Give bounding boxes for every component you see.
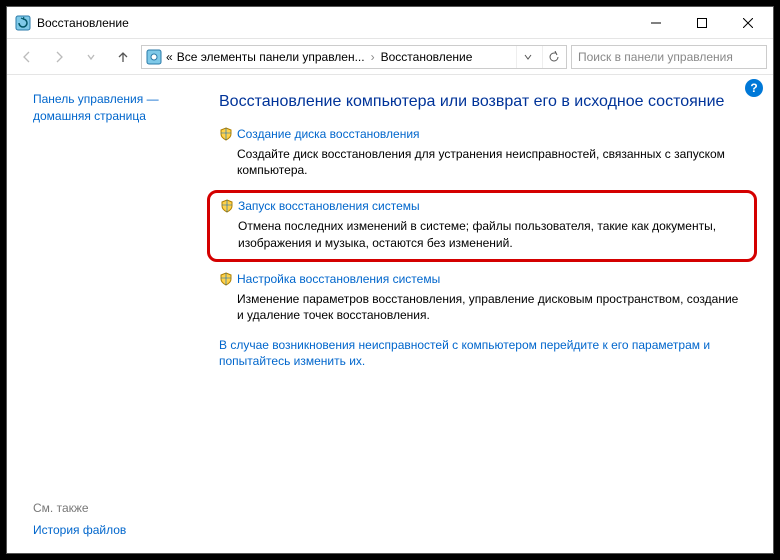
control-panel-icon [146, 49, 162, 65]
control-panel-home-link[interactable]: Панель управления — домашняя страница [33, 91, 197, 125]
maximize-button[interactable] [679, 8, 725, 38]
troubleshoot-link[interactable]: В случае возникновения неисправностей с … [219, 337, 745, 369]
see-also-label: См. также [33, 501, 193, 515]
page-title: Восстановление компьютера или возврат ег… [219, 93, 745, 111]
system-restore-label: Запуск восстановления системы [238, 199, 420, 213]
file-history-link[interactable]: История файлов [33, 523, 193, 537]
sidebar: Панель управления — домашняя страница [7, 75, 207, 553]
breadcrumb-prefix: « [166, 50, 173, 64]
shield-icon [219, 127, 233, 141]
breadcrumb-recovery[interactable]: Восстановление [381, 50, 473, 64]
configure-restore-link[interactable]: Настройка восстановления системы [219, 272, 440, 286]
breadcrumb-all-items[interactable]: Все элементы панели управлен... [177, 50, 365, 64]
recovery-app-icon [15, 15, 31, 31]
shield-icon [220, 199, 234, 213]
create-recovery-drive-link[interactable]: Создание диска восстановления [219, 127, 420, 141]
up-button[interactable] [109, 43, 137, 71]
navigation-bar: « Все элементы панели управлен... › Восс… [7, 39, 773, 75]
close-button[interactable] [725, 8, 771, 38]
help-button[interactable]: ? [745, 79, 763, 97]
search-placeholder: Поиск в панели управления [578, 50, 733, 64]
highlighted-section: Запуск восстановления системы Отмена пос… [207, 190, 757, 261]
section-system-restore: Запуск восстановления системы Отмена пос… [220, 199, 744, 250]
minimize-button[interactable] [633, 8, 679, 38]
address-bar[interactable]: « Все элементы панели управлен... › Восс… [141, 45, 567, 69]
window-controls [633, 8, 771, 38]
recent-dropdown[interactable] [77, 43, 105, 71]
refresh-button[interactable] [542, 46, 564, 68]
address-dropdown[interactable] [516, 46, 538, 68]
content-area: Панель управления — домашняя страница См… [7, 75, 773, 553]
titlebar: Восстановление [7, 7, 773, 39]
section-create-recovery-drive: Создание диска восстановления Создайте д… [219, 127, 745, 178]
window-title: Восстановление [37, 16, 633, 30]
configure-restore-label: Настройка восстановления системы [237, 272, 440, 286]
system-restore-desc: Отмена последних изменений в системе; фа… [238, 218, 744, 250]
chevron-right-icon[interactable]: › [369, 50, 377, 64]
search-input[interactable]: Поиск в панели управления [571, 45, 767, 69]
back-button[interactable] [13, 43, 41, 71]
section-configure-restore: Настройка восстановления системы Изменен… [219, 272, 745, 323]
control-panel-window: Восстановление « Все элементы панели упр… [6, 6, 774, 554]
sidebar-bottom: См. также История файлов [33, 501, 193, 537]
forward-button[interactable] [45, 43, 73, 71]
shield-icon [219, 272, 233, 286]
configure-restore-desc: Изменение параметров восстановления, упр… [237, 291, 745, 323]
create-recovery-drive-label: Создание диска восстановления [237, 127, 420, 141]
create-recovery-drive-desc: Создайте диск восстановления для устране… [237, 146, 745, 178]
system-restore-link[interactable]: Запуск восстановления системы [220, 199, 420, 213]
main-panel: ? Восстановление компьютера или возврат … [207, 75, 773, 553]
